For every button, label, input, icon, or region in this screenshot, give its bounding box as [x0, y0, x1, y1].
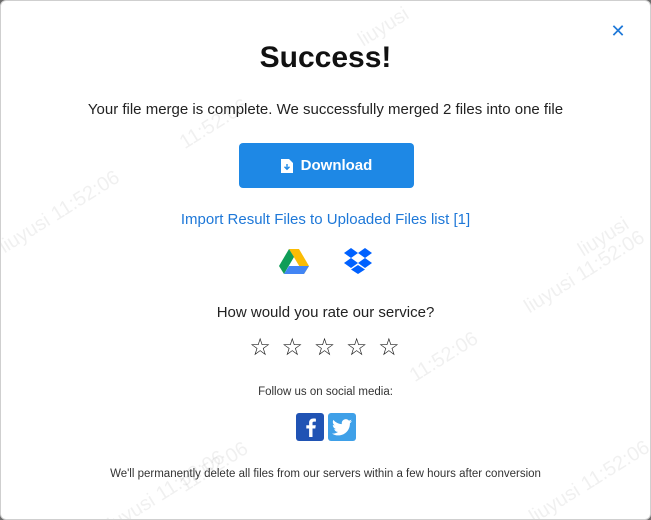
follow-social-label: Follow us on social media:	[258, 386, 393, 398]
import-result-files-link[interactable]: Import Result Files to Uploaded Files li…	[1, 211, 650, 228]
twitter-glyph	[331, 418, 352, 435]
download-button-label: Download	[300, 157, 373, 174]
cloud-save-options	[1, 247, 650, 275]
star-5-icon[interactable]: ☆	[378, 334, 402, 361]
file-deletion-note: We'll permanently delete all files from …	[110, 468, 541, 480]
download-button[interactable]: Download	[239, 143, 414, 188]
file-download-icon	[280, 158, 293, 173]
rating-question: How would you rate our service?	[216, 304, 435, 321]
dialog-title: Success!	[259, 41, 392, 74]
watermark-text: liuyusi 11:52:06	[100, 446, 229, 520]
success-dialog: liuyusi 11:52:06 liuyusi 11:52:06 liuyus…	[0, 0, 651, 520]
star-4-icon[interactable]: ☆	[346, 334, 370, 361]
dropbox-icon[interactable]	[343, 247, 373, 275]
star-rating: ☆ ☆ ☆ ☆ ☆	[1, 333, 650, 362]
star-1-icon[interactable]: ☆	[249, 334, 273, 361]
facebook-icon[interactable]	[295, 413, 324, 441]
social-links	[1, 413, 650, 441]
merge-status-message: Your file merge is complete. We successf…	[87, 101, 564, 118]
twitter-icon[interactable]	[327, 413, 356, 441]
google-drive-icon[interactable]	[278, 247, 309, 275]
close-icon[interactable]: ✕	[608, 21, 628, 41]
star-2-icon[interactable]: ☆	[282, 334, 306, 361]
star-3-icon[interactable]: ☆	[314, 334, 338, 361]
facebook-glyph	[305, 418, 316, 437]
